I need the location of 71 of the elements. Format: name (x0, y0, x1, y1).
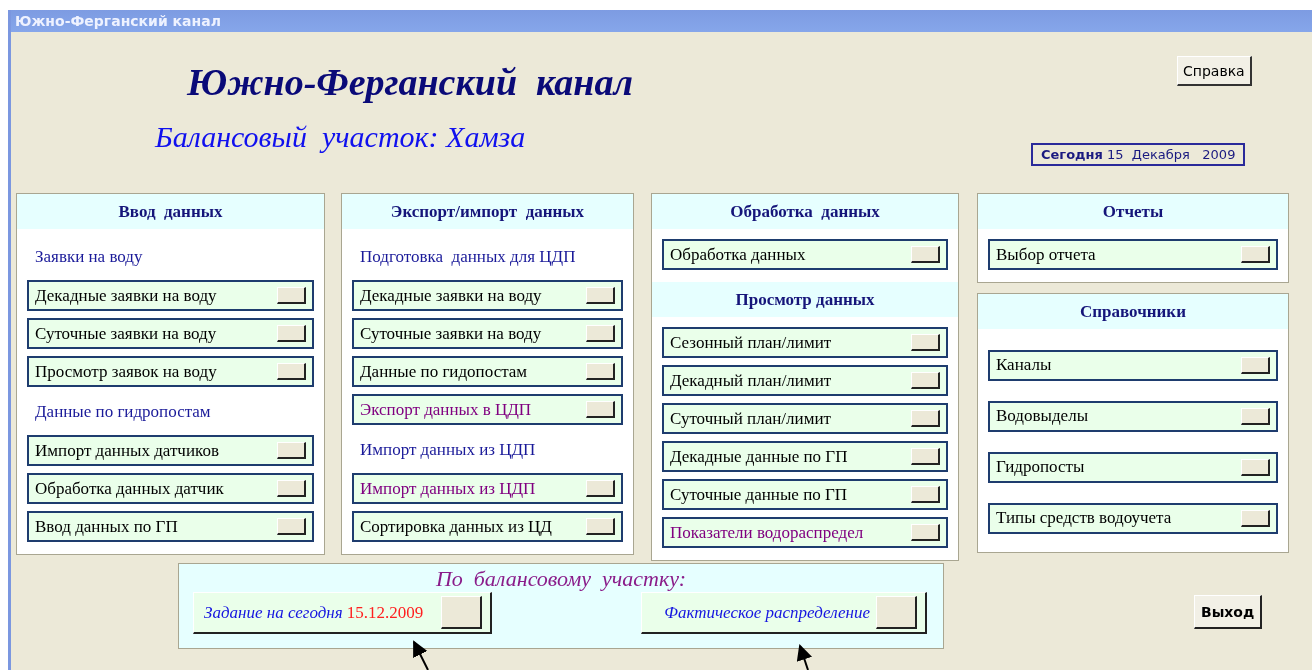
help-button[interactable]: Справка (1177, 56, 1252, 86)
push-button-icon (586, 480, 615, 497)
panel-title: Отчеты (1102, 201, 1164, 222)
menu-button[interactable]: Импорт данных из ЦДП (352, 473, 623, 504)
panel-title: Экспорт/импорт данных (390, 201, 585, 222)
push-button-icon (586, 401, 615, 418)
push-button-icon (1241, 407, 1270, 425)
menu-button[interactable]: Суточные заявки на воду (352, 318, 623, 349)
menu-button[interactable]: Обработка данных (662, 239, 948, 270)
menu-button[interactable]: Суточные заявки на воду (27, 318, 314, 349)
menu-button[interactable]: Декадные заявки на воду (27, 280, 314, 311)
task-button[interactable]: Задание на сегодня 15.12.2009 (193, 592, 493, 634)
menu-button[interactable]: Обработка данных датчик (27, 473, 314, 504)
menu-button[interactable]: Данные по гидопостам (352, 356, 623, 387)
push-button-icon (911, 486, 940, 503)
menu-button[interactable]: Просмотр заявок на воду (27, 356, 314, 387)
push-button-icon (911, 334, 940, 351)
push-button-icon (911, 448, 940, 465)
menu-button[interactable]: Гидропосты (988, 451, 1278, 483)
push-button-icon (1241, 356, 1270, 374)
group-label: Подготовка данных для ЦДП (359, 246, 577, 268)
menu-button[interactable]: Сезонный план/лимит (662, 327, 948, 358)
arrow (413, 640, 429, 670)
push-button-icon (277, 363, 306, 380)
group-label: Данные по гидропостам (34, 401, 212, 423)
menu-button[interactable]: Показатели водораспредел (662, 517, 948, 548)
push-button-icon (277, 518, 306, 535)
panel-title: Просмотр данных (735, 289, 875, 310)
menu-button[interactable]: Декадные заявки на воду (352, 280, 623, 311)
menu-button[interactable]: Экспорт данных в ЦДП (352, 394, 623, 425)
push-button-icon (1241, 509, 1270, 527)
menu-button[interactable]: Ввод данных по ГП (27, 511, 314, 542)
push-button-icon (911, 372, 940, 389)
push-button-icon (876, 596, 917, 629)
exit-button[interactable]: Выход (1194, 595, 1263, 629)
push-button-icon (911, 410, 940, 427)
menu-button[interactable]: Декадные данные по ГП (662, 441, 948, 472)
push-button-icon (441, 596, 483, 629)
window-title: Южно-Ферганский канал (14, 13, 221, 29)
panel-title: Обработка данных (730, 201, 880, 222)
panel-title: Ввод данных (118, 201, 223, 222)
app-title: Южно-Ферганский канал (187, 60, 633, 104)
arrow (796, 644, 812, 670)
push-button-icon (586, 363, 615, 380)
push-button-icon (1241, 458, 1270, 476)
push-button-icon (586, 518, 615, 535)
push-button-icon (277, 287, 306, 304)
push-button-icon (586, 325, 615, 342)
menu-button[interactable]: Суточные данные по ГП (662, 479, 948, 510)
group-label: Заявки на воду (34, 246, 144, 268)
push-button-icon (1241, 246, 1270, 263)
menu-button[interactable]: Водовыделы (988, 400, 1278, 432)
distribution-button[interactable]: Фактическое распределение (641, 592, 927, 634)
push-button-icon (911, 524, 940, 541)
menu-button[interactable]: Импорт данных датчиков (27, 435, 314, 466)
push-button-icon (911, 246, 940, 263)
menu-button[interactable]: Суточный план/лимит (662, 403, 948, 434)
group-label: Импорт данных из ЦДП (359, 439, 537, 461)
push-button-icon (586, 287, 615, 304)
menu-button[interactable]: Типы средств водоучета (988, 502, 1278, 534)
menu-button[interactable]: Выбор отчета (988, 239, 1278, 270)
push-button-icon (277, 325, 306, 342)
push-button-icon (277, 442, 306, 459)
menu-button[interactable]: Каналы (988, 349, 1278, 381)
menu-button[interactable]: Декадный план/лимит (662, 365, 948, 396)
section-subtitle: Балансовый участок: Хамза (155, 120, 526, 154)
menu-button[interactable]: Сортировка данных из ЦД (352, 511, 623, 542)
panel-title: Справочники (1080, 301, 1186, 322)
date-label: Сегодня 15 Декабря 2009 (1031, 143, 1246, 166)
panel-title: По балансовому участку: (435, 566, 687, 592)
push-button-icon (277, 480, 306, 497)
